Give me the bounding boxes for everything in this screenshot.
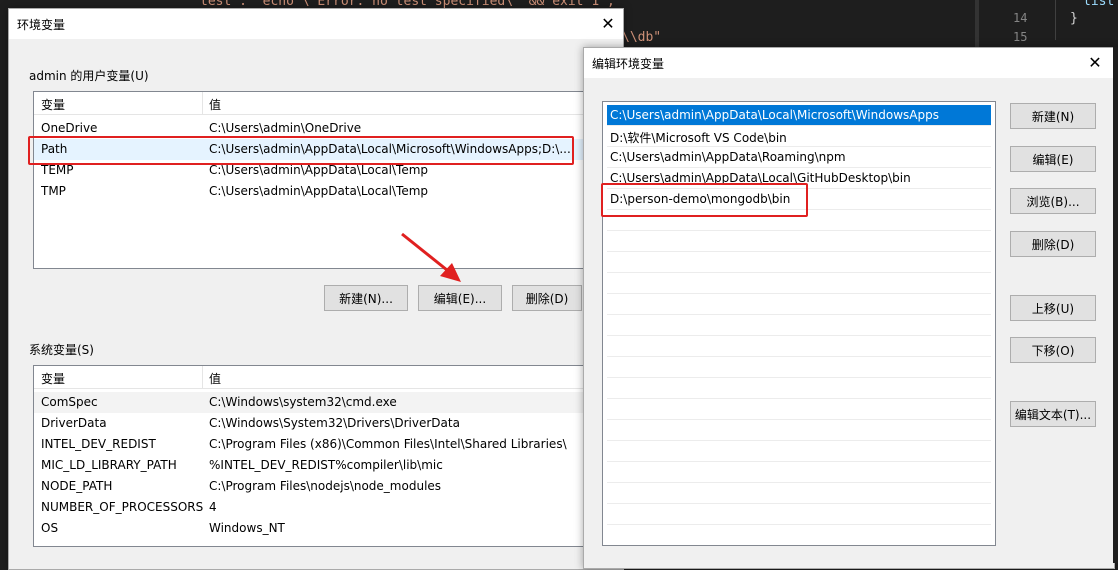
- system-vars-group-label: 系统变量(S): [29, 343, 94, 357]
- system-var-value: C:\Windows\system32\cmd.exe: [209, 395, 397, 409]
- system-vars-list[interactable]: 变量 值 ComSpec C:\Windows\system32\cmd.exe…: [33, 365, 605, 547]
- path-item-selected[interactable]: C:\Users\admin\AppData\Local\Microsoft\W…: [607, 105, 991, 126]
- edit-environment-variable-dialog: 编辑环境变量 ✕ C:\Users\admin\AppData\Local\Mi…: [583, 47, 1115, 569]
- path-item-empty[interactable]: [607, 504, 991, 525]
- system-var-name: NODE_PATH: [41, 479, 113, 493]
- path-item[interactable]: C:\Users\admin\AppData\Roaming\npm: [607, 147, 991, 168]
- system-var-row[interactable]: NODE_PATH C:\Program Files\nodejs\node_m…: [34, 476, 604, 497]
- path-item-empty[interactable]: [607, 378, 991, 399]
- column-separator[interactable]: [202, 366, 203, 388]
- path-item-empty[interactable]: [607, 336, 991, 357]
- path-item-empty[interactable]: [607, 462, 991, 483]
- system-var-name: DriverData: [41, 416, 107, 430]
- env-dialog-title: 环境变量: [17, 18, 66, 32]
- edit-dialog-title: 编辑环境变量: [592, 57, 665, 71]
- path-item-empty[interactable]: [607, 441, 991, 462]
- editor-split-line: [1055, 0, 1056, 40]
- code-line-right-1: list: [1083, 0, 1115, 9]
- code-line-db: \\db": [622, 30, 662, 45]
- column-header-variable[interactable]: 变量: [41, 96, 65, 113]
- system-var-name: INTEL_DEV_REDIST: [41, 437, 156, 451]
- new-path-highlight-annotation: [601, 183, 808, 217]
- system-var-value: C:\Program Files\nodejs\node_modules: [209, 479, 442, 493]
- column-header-value[interactable]: 值: [209, 370, 221, 387]
- path-item-empty[interactable]: [607, 252, 991, 273]
- env-dialog-titlebar: 环境变量 ✕: [9, 9, 623, 39]
- system-var-value: C:\Program Files (x86)\Common Files\Inte…: [209, 437, 567, 451]
- path-item-empty[interactable]: [607, 273, 991, 294]
- system-var-value: Windows_NT: [209, 521, 285, 535]
- system-var-name: MIC_LD_LIBRARY_PATH: [41, 458, 177, 472]
- delete-path-button[interactable]: 删除(D): [1010, 231, 1096, 257]
- edit-dialog-titlebar: 编辑环境变量 ✕: [584, 48, 1114, 78]
- system-var-value: %INTEL_DEV_REDIST%compiler\lib\mic: [209, 458, 443, 472]
- user-var-value: C:\Users\admin\AppData\Local\Temp: [209, 163, 429, 177]
- edit-text-button[interactable]: 编辑文本(T)...: [1010, 401, 1096, 427]
- user-new-button[interactable]: 新建(N)...: [324, 285, 408, 311]
- system-var-row[interactable]: NUMBER_OF_PROCESSORS 4: [34, 497, 604, 518]
- user-var-name: TMP: [41, 184, 66, 198]
- column-header-value[interactable]: 值: [209, 96, 221, 113]
- user-var-name: TEMP: [41, 163, 74, 177]
- path-item-empty[interactable]: [607, 483, 991, 504]
- path-list[interactable]: C:\Users\admin\AppData\Local\Microsoft\W…: [602, 101, 996, 546]
- editor-edge: [1113, 47, 1118, 563]
- path-item-text: C:\Users\admin\AppData\Roaming\npm: [610, 150, 846, 164]
- code-line-right-2: }: [1070, 11, 1078, 26]
- path-item-empty[interactable]: [607, 231, 991, 252]
- path-item[interactable]: D:\软件\Microsoft VS Code\bin: [607, 126, 991, 147]
- system-var-value: C:\Windows\System32\Drivers\DriverData: [209, 416, 460, 430]
- browse-button[interactable]: 浏览(B)...: [1010, 188, 1096, 214]
- system-var-row[interactable]: INTEL_DEV_REDIST C:\Program Files (x86)\…: [34, 434, 604, 455]
- user-var-name: OneDrive: [41, 121, 98, 135]
- path-item-empty[interactable]: [607, 315, 991, 336]
- path-item-empty[interactable]: [607, 357, 991, 378]
- system-var-row[interactable]: MIC_LD_LIBRARY_PATH %INTEL_DEV_REDIST%co…: [34, 455, 604, 476]
- path-item-empty[interactable]: [607, 294, 991, 315]
- system-vars-header: 变量 值: [34, 366, 604, 389]
- system-var-name: NUMBER_OF_PROCESSORS: [41, 500, 204, 514]
- system-var-value: 4: [209, 500, 217, 514]
- user-var-value: C:\Users\admin\AppData\Local\Temp: [209, 184, 429, 198]
- path-item-empty[interactable]: [607, 525, 991, 545]
- user-delete-button[interactable]: 删除(D): [512, 285, 582, 311]
- system-var-name: OS: [41, 521, 59, 535]
- system-var-row[interactable]: DriverData C:\Windows\System32\Drivers\D…: [34, 413, 604, 434]
- environment-variables-dialog: 环境变量 ✕ admin 的用户变量(U) 变量 值 OneDrive C:\U…: [8, 8, 624, 570]
- system-var-row[interactable]: OS Windows_NT: [34, 518, 604, 539]
- close-icon[interactable]: ✕: [1080, 51, 1110, 75]
- edit-path-button[interactable]: 编辑(E): [1010, 146, 1096, 172]
- move-up-button[interactable]: 上移(U): [1010, 295, 1096, 321]
- system-var-name: ComSpec: [41, 395, 98, 409]
- user-edit-button[interactable]: 编辑(E)...: [418, 285, 502, 311]
- user-var-row[interactable]: TMP C:\Users\admin\AppData\Local\Temp: [34, 181, 604, 202]
- line-number-15: 15: [1013, 30, 1028, 44]
- path-item-text: D:\软件\Microsoft VS Code\bin: [610, 131, 787, 145]
- user-vars-header: 变量 值: [34, 92, 604, 115]
- user-vars-group-label: admin 的用户变量(U): [29, 69, 149, 83]
- system-var-row[interactable]: ComSpec C:\Windows\system32\cmd.exe: [34, 392, 604, 413]
- user-vars-list[interactable]: 变量 值 OneDrive C:\Users\admin\OneDrive Pa…: [33, 91, 605, 269]
- line-number-14: 14: [1013, 11, 1028, 25]
- user-var-value: C:\Users\admin\OneDrive: [209, 121, 362, 135]
- column-header-variable[interactable]: 变量: [41, 370, 65, 387]
- move-down-button[interactable]: 下移(O): [1010, 337, 1096, 363]
- close-icon[interactable]: ✕: [593, 12, 623, 36]
- path-row-highlight-annotation: [28, 136, 574, 165]
- new-path-button[interactable]: 新建(N): [1010, 103, 1096, 129]
- path-item-empty[interactable]: [607, 399, 991, 420]
- path-item-empty[interactable]: [607, 420, 991, 441]
- column-separator[interactable]: [202, 92, 203, 114]
- path-item-text: C:\Users\admin\AppData\Local\Microsoft\W…: [610, 108, 939, 122]
